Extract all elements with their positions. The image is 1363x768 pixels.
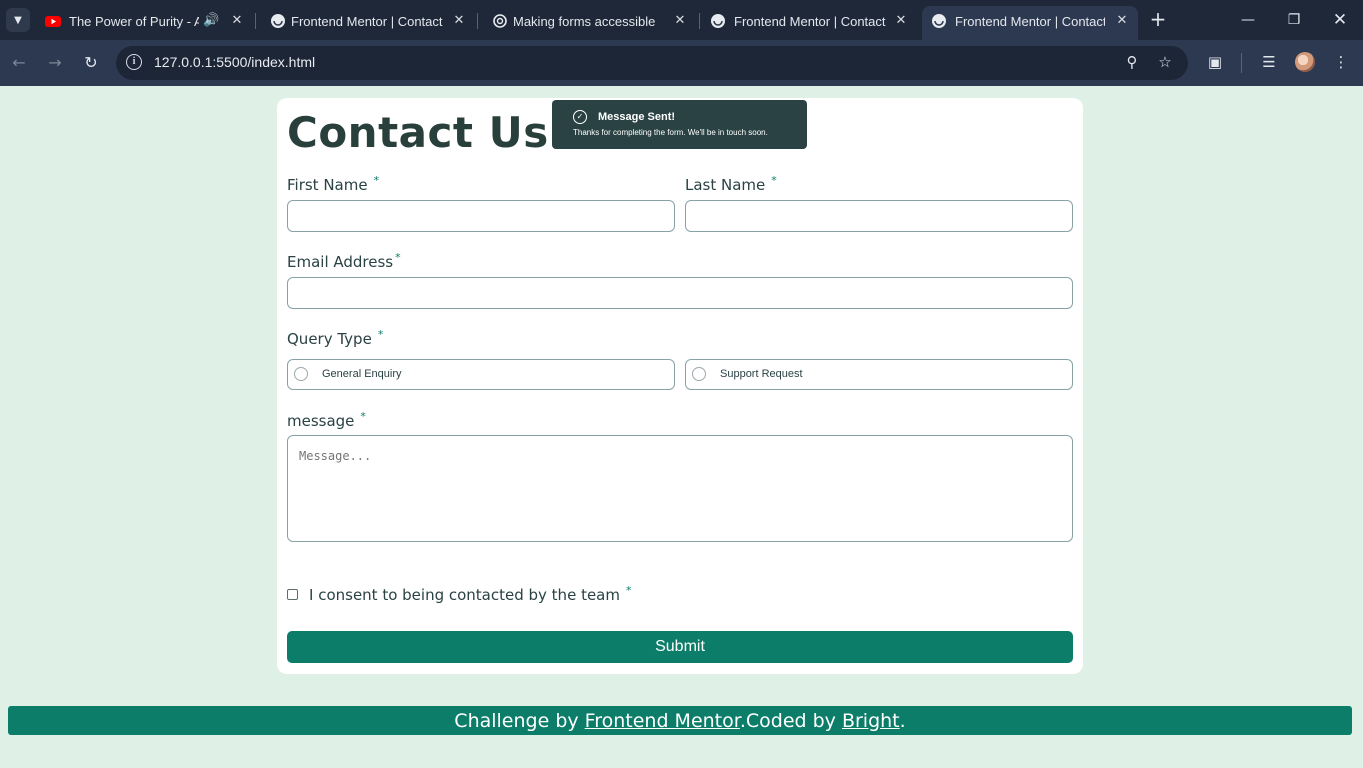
footer-prefix: Challenge by — [454, 710, 585, 732]
attribution-footer: Challenge by Frontend Mentor.Coded by Br… — [8, 706, 1352, 735]
zoom-icon[interactable]: ⚲ — [1122, 52, 1142, 72]
consent-checkbox[interactable] — [287, 589, 298, 600]
youtube-icon — [45, 16, 61, 27]
email-label: Email Address * — [287, 251, 401, 271]
footer-middle: .Coded by — [739, 710, 842, 732]
tab-title: Frontend Mentor | Contact fo — [291, 14, 443, 29]
close-window-icon[interactable]: ✕ — [1330, 11, 1350, 29]
toast-message: Thanks for completing the form. We'll be… — [573, 128, 768, 137]
email-label-text: Email Address — [287, 253, 394, 271]
tab-making-forms-accessible[interactable]: Making forms accessible ✕ — [478, 6, 698, 40]
submit-button[interactable]: Submit — [287, 631, 1073, 663]
radio-label: Support Request — [720, 368, 803, 380]
query-type-label: Query Type * — [287, 328, 384, 348]
first-name-input[interactable] — [287, 200, 675, 232]
message-label-text: message — [287, 412, 355, 430]
tab-frontend-mentor-1[interactable]: Frontend Mentor | Contact fo ✕ — [256, 6, 476, 40]
tab-bar: ▼ The Power of Purity - Ap 🔊 ✕ Frontend … — [0, 0, 1363, 40]
first-name-label-text: First Name — [287, 176, 368, 194]
query-option-general-enquiry[interactable]: General Enquiry — [287, 359, 675, 390]
new-tab-plus-icon[interactable]: + — [1149, 9, 1167, 29]
query-type-label-text: Query Type — [287, 330, 372, 348]
page-title: Contact Us — [287, 108, 549, 157]
close-tab-icon[interactable]: ✕ — [672, 12, 688, 28]
back-arrow-icon[interactable]: ← — [10, 54, 28, 72]
radio-button[interactable] — [692, 367, 706, 381]
footer-suffix: . — [899, 710, 906, 732]
success-toast: ✓ Message Sent! Thanks for completing th… — [552, 100, 807, 149]
menu-kebab-icon[interactable]: ⋮ — [1331, 52, 1351, 72]
first-name-label: First Name * — [287, 174, 380, 194]
tab-frontend-mentor-2[interactable]: Frontend Mentor | Contact fo ✕ — [700, 6, 920, 40]
globe-icon — [711, 14, 725, 28]
extensions-puzzle-icon[interactable]: ▣ — [1205, 52, 1225, 72]
message-label: message * — [287, 410, 366, 430]
tab-title: Frontend Mentor | Contact fo — [955, 14, 1105, 29]
restore-icon[interactable]: ❐ — [1284, 11, 1304, 29]
toolbar-separator — [1241, 53, 1242, 73]
forward-arrow-icon[interactable]: → — [46, 54, 64, 72]
required-asterisk: * — [395, 251, 401, 264]
required-asterisk: * — [360, 410, 366, 423]
tab-title: Making forms accessible — [513, 14, 656, 29]
speaker-icon[interactable]: 🔊 — [203, 12, 219, 28]
required-asterisk: * — [771, 174, 777, 187]
close-tab-icon[interactable]: ✕ — [893, 12, 909, 28]
last-name-label: Last Name * — [685, 174, 777, 194]
tab-title: Frontend Mentor | Contact fo — [734, 14, 886, 29]
required-asterisk: * — [625, 584, 632, 597]
reload-icon[interactable]: ↻ — [82, 54, 100, 72]
radio-button[interactable] — [294, 367, 308, 381]
consent-label-text: I consent to being contacted by the team — [309, 586, 620, 604]
frontend-mentor-link[interactable]: Frontend Mentor — [585, 710, 740, 732]
close-tab-icon[interactable]: ✕ — [1114, 12, 1130, 28]
email-input[interactable] — [287, 277, 1073, 309]
url-text[interactable]: 127.0.0.1:5500/index.html — [154, 54, 315, 70]
required-asterisk: * — [373, 174, 380, 187]
author-link[interactable]: Bright — [842, 710, 900, 732]
tab-youtube[interactable]: The Power of Purity - Ap 🔊 ✕ — [32, 6, 254, 40]
message-placeholder: Message... — [299, 449, 372, 463]
bookmark-star-icon[interactable]: ☆ — [1155, 52, 1175, 72]
message-textarea[interactable]: Message... — [287, 435, 1073, 542]
consent-label[interactable]: I consent to being contacted by the team… — [309, 584, 632, 604]
site-info-icon[interactable]: i — [126, 54, 142, 70]
close-tab-icon[interactable]: ✕ — [229, 12, 245, 28]
check-circle-icon: ✓ — [573, 110, 587, 124]
media-controls-icon[interactable]: ☰ — [1259, 52, 1279, 72]
radio-label: General Enquiry — [322, 368, 402, 380]
last-name-label-text: Last Name — [685, 176, 766, 194]
tab-search-chevron-icon[interactable]: ▼ — [6, 8, 30, 32]
query-option-support-request[interactable]: Support Request — [685, 359, 1073, 390]
minimize-icon[interactable]: — — [1238, 11, 1258, 29]
tab-title: The Power of Purity - Ap — [69, 14, 199, 29]
last-name-input[interactable] — [685, 200, 1073, 232]
required-asterisk: * — [377, 328, 384, 341]
globe-icon — [932, 14, 946, 28]
chatgpt-icon — [493, 14, 507, 28]
globe-icon — [271, 14, 285, 28]
toast-title: Message Sent! — [598, 111, 676, 123]
tab-frontend-mentor-active[interactable]: Frontend Mentor | Contact fo ✕ — [922, 6, 1138, 40]
profile-avatar[interactable] — [1295, 52, 1315, 72]
close-tab-icon[interactable]: ✕ — [451, 12, 467, 28]
